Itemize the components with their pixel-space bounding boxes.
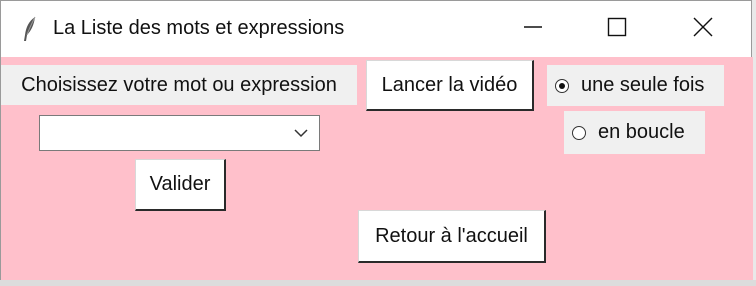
play-video-button[interactable]: Lancer la vidéo xyxy=(366,60,534,111)
radio-loop[interactable]: en boucle xyxy=(564,111,705,154)
radio-loop-label: en boucle xyxy=(598,121,685,143)
app-window: La Liste des mots et expressions Choisis… xyxy=(0,0,753,281)
choose-word-label: Choisissez votre mot ou expression xyxy=(1,65,357,105)
radio-once-label: une seule fois xyxy=(581,74,705,96)
bottom-strip xyxy=(0,280,756,286)
radio-loop-indicator[interactable] xyxy=(572,125,586,140)
close-button[interactable] xyxy=(669,1,737,57)
maximize-button[interactable] xyxy=(583,1,651,57)
window-title: La Liste des mots et expressions xyxy=(53,17,345,39)
radio-once-indicator[interactable] xyxy=(555,78,569,93)
close-icon xyxy=(693,17,713,42)
chevron-down-icon[interactable] xyxy=(293,126,309,140)
feather-icon xyxy=(21,15,41,43)
minimize-button[interactable] xyxy=(499,1,567,57)
radio-once[interactable]: une seule fois xyxy=(547,65,724,106)
title-bar[interactable]: La Liste des mots et expressions xyxy=(1,1,751,57)
validate-button[interactable]: Valider xyxy=(135,159,226,211)
main-panel: Choisissez votre mot ou expression Lance… xyxy=(1,57,753,281)
home-button[interactable]: Retour à l'accueil xyxy=(358,210,546,263)
maximize-icon xyxy=(607,17,627,42)
word-combobox[interactable] xyxy=(39,115,320,151)
minimize-icon xyxy=(523,17,543,42)
